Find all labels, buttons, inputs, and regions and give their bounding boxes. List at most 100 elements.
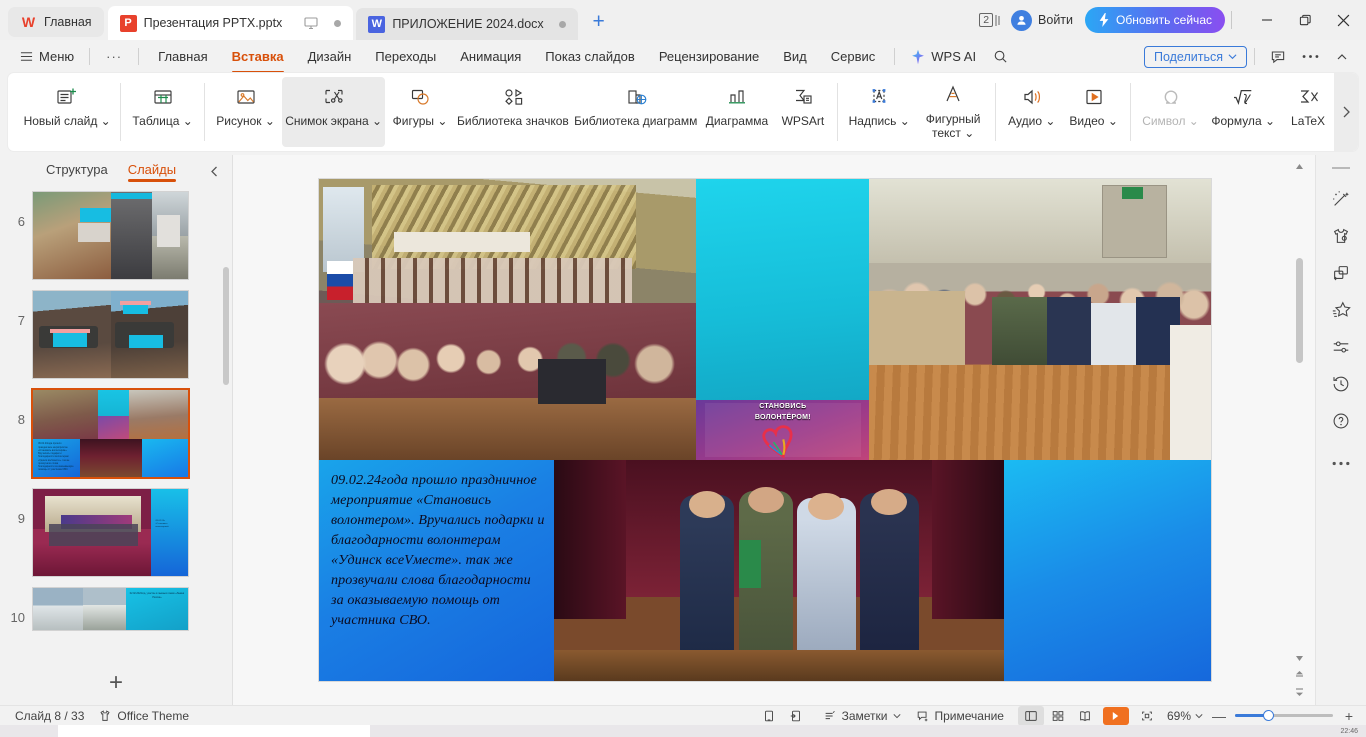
chevron-left-icon[interactable]: [209, 165, 220, 178]
ribbon-picture[interactable]: Рисунок ⌄: [211, 77, 280, 147]
tab-home[interactable]: W Главная: [8, 7, 104, 37]
present-monitor-icon[interactable]: [303, 15, 319, 31]
previous-slide-button[interactable]: [1295, 668, 1304, 682]
thumbnail-slide-9[interactable]: 09.02.24г. «Становись волонтером»: [32, 488, 189, 577]
thumbnail-row[interactable]: 9 09.02.24г. «Становись волонтером»: [0, 488, 232, 577]
tab-vstavka[interactable]: Вставка: [222, 45, 294, 73]
thumbnail-row[interactable]: 8 09.02.24года прошло праздничное меропр…: [0, 388, 232, 479]
sliders-icon[interactable]: [1324, 330, 1358, 364]
fullscreen-icon[interactable]: [1134, 706, 1160, 726]
signin-button[interactable]: Войти: [1011, 9, 1073, 31]
scroll-down-arrow[interactable]: [1295, 651, 1304, 665]
comment-button[interactable]: Примечание: [909, 707, 1011, 725]
history-clock-icon[interactable]: [1324, 367, 1358, 401]
tab-vid[interactable]: Вид: [773, 45, 817, 68]
update-now-button[interactable]: Обновить сейчас: [1085, 7, 1225, 33]
close-button[interactable]: [1324, 1, 1362, 39]
more-dots-icon[interactable]: [1324, 447, 1358, 481]
new-tab-button[interactable]: +: [584, 7, 614, 37]
scroll-up-arrow[interactable]: [1295, 159, 1304, 173]
slide-counter[interactable]: Слайд 8 / 33: [8, 707, 91, 725]
ribbon-textbox[interactable]: Надпись ⌄: [843, 77, 915, 147]
export-icon[interactable]: [783, 706, 809, 726]
scrollbar-track[interactable]: [1293, 173, 1306, 651]
tab-glavnaya[interactable]: Главная: [148, 45, 217, 68]
ribbon-formula[interactable]: Формула ⌄: [1206, 77, 1280, 147]
share-button[interactable]: Поделиться: [1143, 45, 1247, 68]
menu-button[interactable]: Меню: [12, 45, 82, 68]
thumbnail-slide-8[interactable]: 09.02.24года прошло праздничное мероприя…: [31, 388, 190, 479]
ai-sparkle-icon: [912, 49, 925, 64]
wps-ai-button[interactable]: WPS AI: [902, 45, 984, 69]
reading-view-icon[interactable]: [1072, 706, 1098, 726]
search-icon[interactable]: [984, 43, 1016, 71]
ribbon-video[interactable]: Видео ⌄: [1063, 77, 1123, 147]
ribbon-wpsart[interactable]: WPSArt: [775, 77, 830, 147]
ribbon-audio[interactable]: Аудио ⌄: [1002, 77, 1061, 147]
tab-close-dot[interactable]: [558, 20, 566, 28]
tab-animatsiya[interactable]: Анимация: [450, 45, 531, 68]
thumbnail-slide-10[interactable]: 02.02.2024год- участие в лыжных гонках «…: [32, 587, 189, 631]
ribbon-new-slide[interactable]: Новый слайд ⌄: [20, 77, 114, 147]
tshirt-theme-icon[interactable]: [1324, 219, 1358, 253]
ribbon-shapes[interactable]: Фигуры ⌄: [387, 77, 453, 147]
tab-servis[interactable]: Сервис: [821, 45, 886, 68]
thumbnail-slide-6[interactable]: [32, 191, 189, 280]
ribbon-symbol[interactable]: Символ ⌄: [1137, 77, 1205, 147]
zoom-out-button[interactable]: —: [1210, 708, 1228, 724]
taskbar-active-window[interactable]: [58, 725, 370, 737]
ribbon-chart-library[interactable]: Библиотека диаграмм: [573, 77, 699, 147]
quick-access-overflow[interactable]: ···: [97, 45, 131, 68]
ribbon-chart[interactable]: Диаграмма: [701, 77, 774, 147]
ribbon-wordart[interactable]: Фигурный текст ⌄: [917, 77, 989, 147]
fit-slide-icon[interactable]: [756, 706, 782, 726]
shapes-align-icon[interactable]: [1324, 256, 1358, 290]
ribbon-latex[interactable]: LaTeX: [1282, 77, 1334, 147]
slide-thumbnail-list[interactable]: 6 7 8 09.02.24года прошло праздничное ме…: [0, 187, 232, 661]
thumbnail-scrollbar[interactable]: [223, 267, 229, 385]
ribbon-screenshot[interactable]: Снимок экрана ⌄: [282, 77, 386, 147]
slide-sorter-icon[interactable]: [1045, 706, 1071, 726]
notes-button[interactable]: Заметки: [816, 707, 908, 725]
zoom-level[interactable]: 69%: [1167, 709, 1191, 723]
window-count-badge[interactable]: 2: [979, 13, 1001, 27]
next-slide-button[interactable]: [1295, 685, 1304, 699]
ribbon-icon-library[interactable]: Библиотека значков: [455, 77, 571, 147]
slide-editor-surface[interactable]: СТАНОВИСЬ ВОЛОНТЁРОМ! 09.02.24года прошл…: [319, 179, 1211, 681]
divider: [995, 83, 997, 141]
thumbnail-row[interactable]: 7: [0, 290, 232, 379]
minimize-button[interactable]: [1248, 1, 1286, 39]
zoom-slider-knob[interactable]: [1263, 710, 1274, 721]
comment-icon[interactable]: [1262, 43, 1294, 71]
collapse-ribbon-icon[interactable]: [1326, 43, 1358, 71]
tab-pokaz-slaydov[interactable]: Показ слайдов: [535, 45, 645, 68]
zoom-slider-track[interactable]: [1235, 710, 1333, 721]
magic-wand-icon[interactable]: [1324, 182, 1358, 216]
canvas-vertical-scrollbar[interactable]: [1293, 159, 1306, 701]
tab-slaydy[interactable]: Слайды: [127, 162, 177, 182]
thumbnail-row[interactable]: 6: [0, 191, 232, 280]
more-horizontal-icon[interactable]: [1294, 43, 1326, 71]
slide-caption-block[interactable]: 09.02.24года прошло праздничное мероприя…: [319, 460, 555, 681]
play-slideshow-button[interactable]: [1102, 706, 1129, 725]
normal-view-icon[interactable]: [1017, 705, 1044, 726]
thumbnail-slide-7[interactable]: [32, 290, 189, 379]
zoom-in-button[interactable]: +: [1340, 708, 1358, 724]
scrollbar-thumb[interactable]: [1296, 258, 1303, 363]
tab-struktura[interactable]: Структура: [46, 162, 108, 181]
theme-indicator[interactable]: Office Theme: [91, 707, 196, 725]
star-favorites-icon[interactable]: [1324, 293, 1358, 327]
tab-presentation-pptx[interactable]: P Презентация PPTX.pptx: [107, 6, 354, 40]
unsaved-indicator-dot[interactable]: [334, 19, 342, 27]
screenshot-icon: [320, 82, 348, 112]
maximize-restore-button[interactable]: [1286, 1, 1324, 39]
help-question-icon[interactable]: [1324, 404, 1358, 438]
tab-perehody[interactable]: Переходы: [365, 45, 446, 68]
tab-dizayn[interactable]: Дизайн: [298, 45, 362, 68]
tab-retsenzirovanie[interactable]: Рецензирование: [649, 45, 769, 68]
tab-prilozhenie-docx[interactable]: W ПРИЛОЖЕНИЕ 2024.docx: [356, 8, 578, 40]
ribbon-table[interactable]: Таблица ⌄: [127, 77, 198, 147]
ribbon-expand-button[interactable]: [1334, 73, 1358, 151]
add-slide-button[interactable]: +: [0, 661, 232, 705]
thumbnail-row[interactable]: 10 02.02.2024год- участие в лыжных гонка…: [0, 587, 232, 631]
